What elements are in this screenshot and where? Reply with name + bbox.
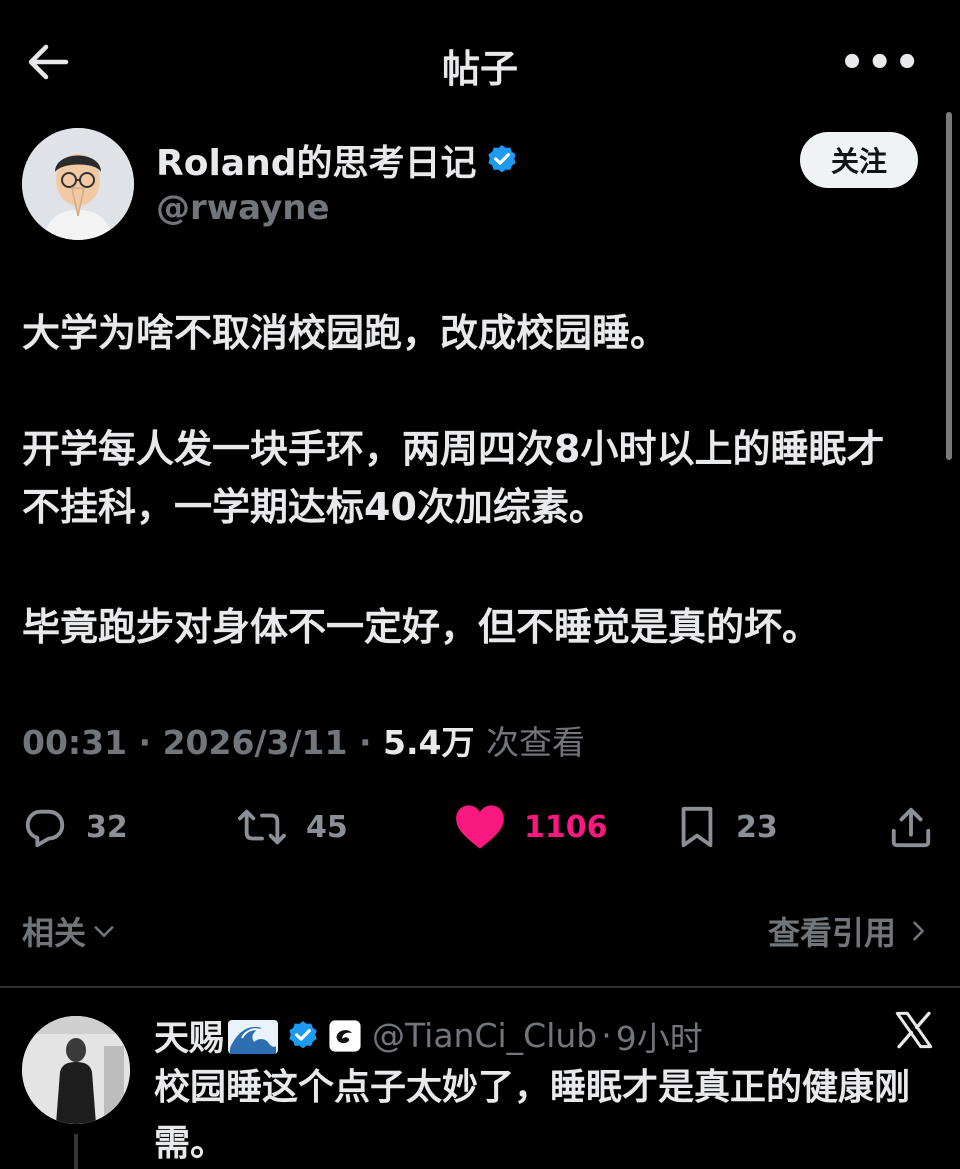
verified-icon <box>289 1020 317 1048</box>
retweet-icon <box>238 809 286 845</box>
bookmark-button[interactable]: 23 <box>676 796 778 858</box>
wave-emoji-icon <box>228 1019 279 1054</box>
meta-separator: · <box>138 723 152 762</box>
reply-display-name[interactable]: 天赐 <box>154 1010 224 1061</box>
post-meta: 00:31 · 2026/3/11 · 5.4万 次查看 <box>22 716 585 764</box>
post-date: 2026/3/11 <box>162 723 348 762</box>
chevron-right-icon <box>913 921 924 941</box>
divider <box>0 986 960 988</box>
post-paragraph-3: 毕竟跑步对身体不一定好，但不睡觉是真的坏。 <box>22 605 821 649</box>
reply-separator: · <box>601 1016 612 1055</box>
related-dropdown[interactable]: 相关 <box>22 908 118 954</box>
x-logo-icon[interactable] <box>894 1010 934 1050</box>
author-avatar[interactable] <box>22 128 134 240</box>
view-count-label: 次查看 <box>485 723 585 762</box>
share-button[interactable] <box>888 796 934 858</box>
scrollbar[interactable] <box>946 112 952 460</box>
reply-text: 校园睡这个点子太妙了，睡眠才是真正的健康刚需。 <box>154 1067 911 1164</box>
retweet-button[interactable]: 45 <box>236 796 348 858</box>
reply-count: 32 <box>86 809 128 845</box>
post-time: 00:31 <box>22 723 128 762</box>
view-count: 5.4万 <box>382 723 475 762</box>
person-photo-icon <box>22 1016 130 1124</box>
related-row: 相关 查看引用 <box>22 902 932 954</box>
bookmark-icon <box>681 806 713 848</box>
affiliate-badge-icon <box>329 1019 361 1052</box>
share-icon <box>891 807 931 848</box>
like-button[interactable]: 1106 <box>454 796 608 858</box>
author-handle[interactable]: @rwayne <box>156 188 330 228</box>
verified-icon <box>487 145 516 173</box>
reply-handle[interactable]: @TianCi_Club <box>372 1016 597 1055</box>
more-icon[interactable]: ••• <box>839 40 922 86</box>
view-quotes-link[interactable]: 查看引用 <box>768 908 932 954</box>
meta-separator: · <box>358 723 372 762</box>
page-title: 帖子 <box>441 47 518 91</box>
reply-avatar[interactable] <box>22 1016 130 1124</box>
author-display-name[interactable]: Roland的思考日记 <box>156 134 477 186</box>
action-bar: 32 45 1106 23 <box>0 796 960 858</box>
post-paragraph-1: 大学为啥不取消校园跑，改成校园睡。 <box>22 311 669 355</box>
reply-time: 9小时 <box>615 1018 703 1058</box>
view-quotes-label: 查看引用 <box>767 914 896 952</box>
thread-line <box>74 1134 78 1169</box>
retweet-count: 45 <box>306 809 348 845</box>
post-paragraph-2: 开学每人发一块手环，两周四次8小时以上的睡眠才不挂科，一学期达标40次加综素。 <box>22 427 885 529</box>
related-label: 相关 <box>22 914 87 952</box>
like-count: 1106 <box>524 809 608 845</box>
author-name-row: Roland的思考日记 <box>156 134 519 186</box>
chevron-down-icon <box>94 926 114 937</box>
reply-header: 天赐 @TianCi_Club · 9小时 <box>154 1010 703 1061</box>
top-bar: 帖子 ••• <box>0 0 960 120</box>
reply-button[interactable]: 32 <box>22 796 128 858</box>
heart-icon <box>456 805 504 849</box>
reply-icon <box>25 809 65 848</box>
memoji-avatar-icon <box>22 128 134 240</box>
follow-button[interactable]: 关注 <box>800 132 918 188</box>
bookmark-count: 23 <box>736 809 778 845</box>
